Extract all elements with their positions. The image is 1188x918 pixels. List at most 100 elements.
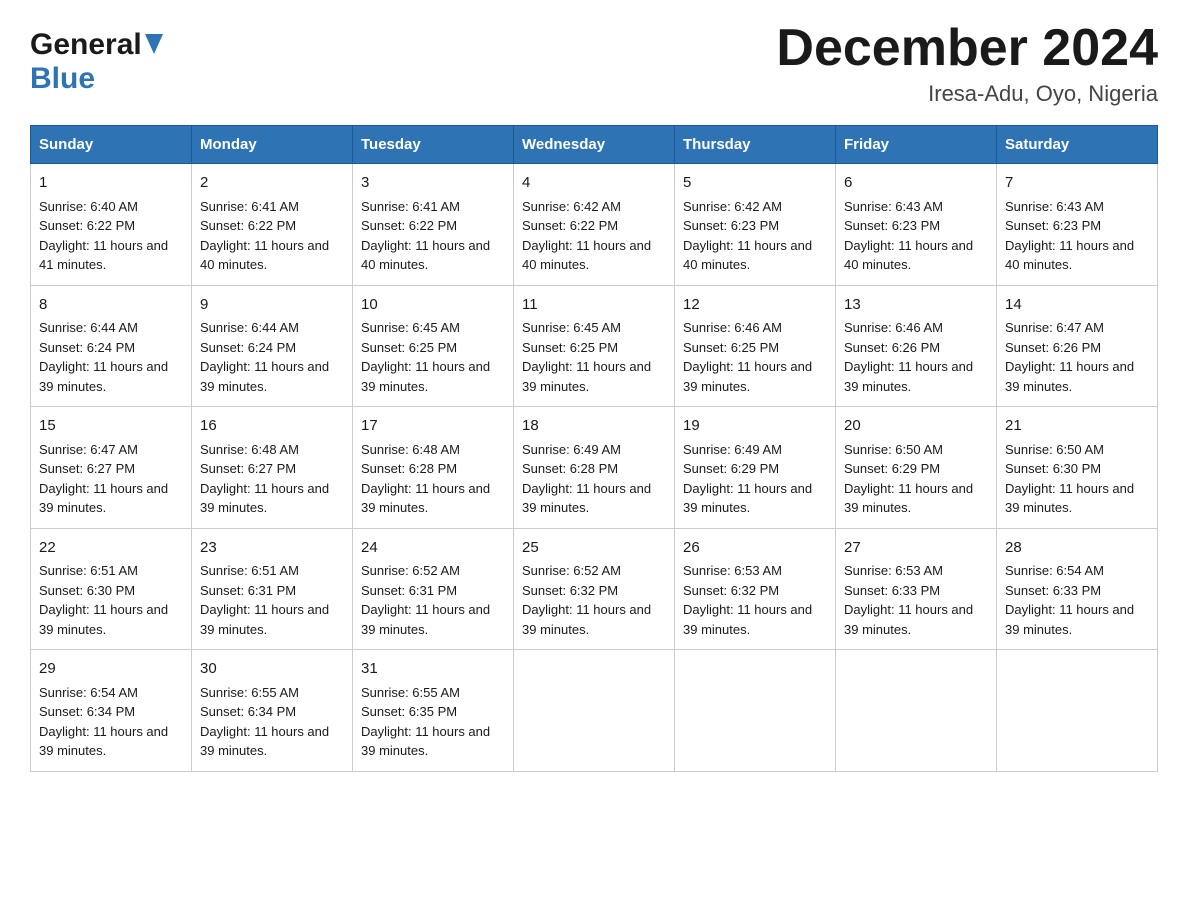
day-number: 21 — [1005, 415, 1149, 438]
day-number: 8 — [39, 294, 183, 317]
day-number: 11 — [522, 294, 666, 317]
day-number: 7 — [1005, 172, 1149, 195]
day-info: Sunrise: 6:41 AMSunset: 6:22 PMDaylight:… — [361, 199, 490, 273]
table-row: 12 Sunrise: 6:46 AMSunset: 6:25 PMDayligh… — [675, 285, 836, 407]
day-number: 16 — [200, 415, 344, 438]
calendar-week-row: 1Sunrise: 6:40 AMSunset: 6:22 PMDaylight… — [31, 164, 1158, 286]
calendar-title: December 2024 — [776, 20, 1158, 77]
day-info: Sunrise: 6:44 AMSunset: 6:24 PMDaylight:… — [39, 320, 168, 394]
table-row: 27Sunrise: 6:53 AMSunset: 6:33 PMDayligh… — [836, 528, 997, 650]
table-row: 21 Sunrise: 6:50 AMSunset: 6:30 PMDayligh… — [997, 407, 1158, 529]
day-number: 3 — [361, 172, 505, 195]
table-row — [836, 650, 997, 772]
day-info: Sunrise: 6:42 AMSunset: 6:23 PMDaylight:… — [683, 199, 812, 273]
calendar-week-row: 22 Sunrise: 6:51 AMSunset: 6:30 PMDayligh… — [31, 528, 1158, 650]
day-info: Sunrise: 6:45 AMSunset: 6:25 PMDaylight:… — [361, 320, 490, 394]
page-header: General Blue December 2024 Iresa-Adu, Oy… — [30, 20, 1158, 107]
day-number: 27 — [844, 537, 988, 560]
day-number: 25 — [522, 537, 666, 560]
calendar-week-row: 29 Sunrise: 6:54 AMSunset: 6:34 PMDayligh… — [31, 650, 1158, 772]
day-info: Sunrise: 6:50 AMSunset: 6:30 PMDaylight:… — [1005, 442, 1134, 516]
table-row: 20 Sunrise: 6:50 AMSunset: 6:29 PMDayligh… — [836, 407, 997, 529]
day-number: 20 — [844, 415, 988, 438]
table-row: 30 Sunrise: 6:55 AMSunset: 6:34 PMDayligh… — [192, 650, 353, 772]
calendar-title-area: December 2024 Iresa-Adu, Oyo, Nigeria — [776, 20, 1158, 107]
calendar-header-row: Sunday Monday Tuesday Wednesday Thursday… — [31, 126, 1158, 164]
day-number: 23 — [200, 537, 344, 560]
day-info: Sunrise: 6:47 AMSunset: 6:26 PMDaylight:… — [1005, 320, 1134, 394]
day-number: 17 — [361, 415, 505, 438]
day-number: 29 — [39, 658, 183, 681]
table-row: 24Sunrise: 6:52 AMSunset: 6:31 PMDayligh… — [353, 528, 514, 650]
table-row: 17 Sunrise: 6:48 AMSunset: 6:28 PMDayligh… — [353, 407, 514, 529]
table-row: 15Sunrise: 6:47 AMSunset: 6:27 PMDayligh… — [31, 407, 192, 529]
day-info: Sunrise: 6:44 AMSunset: 6:24 PMDaylight:… — [200, 320, 329, 394]
table-row: 11 Sunrise: 6:45 AMSunset: 6:25 PMDayligh… — [514, 285, 675, 407]
table-row: 31 Sunrise: 6:55 AMSunset: 6:35 PMDayligh… — [353, 650, 514, 772]
table-row: 25 Sunrise: 6:52 AMSunset: 6:32 PMDayligh… — [514, 528, 675, 650]
table-row: 19Sunrise: 6:49 AMSunset: 6:29 PMDayligh… — [675, 407, 836, 529]
day-info: Sunrise: 6:54 AMSunset: 6:33 PMDaylight:… — [1005, 563, 1134, 637]
table-row: 6 Sunrise: 6:43 AMSunset: 6:23 PMDaylight… — [836, 164, 997, 286]
calendar-table: Sunday Monday Tuesday Wednesday Thursday… — [30, 125, 1158, 772]
table-row: 4Sunrise: 6:42 AMSunset: 6:22 PMDaylight… — [514, 164, 675, 286]
day-number: 6 — [844, 172, 988, 195]
col-header-saturday: Saturday — [997, 126, 1158, 164]
col-header-friday: Friday — [836, 126, 997, 164]
table-row: 18Sunrise: 6:49 AMSunset: 6:28 PMDayligh… — [514, 407, 675, 529]
table-row: 9 Sunrise: 6:44 AMSunset: 6:24 PMDaylight… — [192, 285, 353, 407]
day-number: 2 — [200, 172, 344, 195]
calendar-week-row: 8 Sunrise: 6:44 AMSunset: 6:24 PMDaylight… — [31, 285, 1158, 407]
day-info: Sunrise: 6:42 AMSunset: 6:22 PMDaylight:… — [522, 199, 651, 273]
day-info: Sunrise: 6:53 AMSunset: 6:32 PMDaylight:… — [683, 563, 812, 637]
day-info: Sunrise: 6:46 AMSunset: 6:25 PMDaylight:… — [683, 320, 812, 394]
day-number: 31 — [361, 658, 505, 681]
day-info: Sunrise: 6:55 AMSunset: 6:35 PMDaylight:… — [361, 685, 490, 759]
logo-triangle-icon — [145, 34, 163, 59]
day-info: Sunrise: 6:50 AMSunset: 6:29 PMDaylight:… — [844, 442, 973, 516]
day-info: Sunrise: 6:48 AMSunset: 6:28 PMDaylight:… — [361, 442, 490, 516]
col-header-monday: Monday — [192, 126, 353, 164]
table-row: 22 Sunrise: 6:51 AMSunset: 6:30 PMDayligh… — [31, 528, 192, 650]
table-row: 26 Sunrise: 6:53 AMSunset: 6:32 PMDayligh… — [675, 528, 836, 650]
calendar-week-row: 15Sunrise: 6:47 AMSunset: 6:27 PMDayligh… — [31, 407, 1158, 529]
day-info: Sunrise: 6:55 AMSunset: 6:34 PMDaylight:… — [200, 685, 329, 759]
logo-general-text: General — [30, 28, 142, 62]
day-number: 5 — [683, 172, 827, 195]
day-info: Sunrise: 6:52 AMSunset: 6:31 PMDaylight:… — [361, 563, 490, 637]
table-row — [514, 650, 675, 772]
day-number: 15 — [39, 415, 183, 438]
day-info: Sunrise: 6:43 AMSunset: 6:23 PMDaylight:… — [1005, 199, 1134, 273]
table-row: 23 Sunrise: 6:51 AMSunset: 6:31 PMDayligh… — [192, 528, 353, 650]
day-number: 10 — [361, 294, 505, 317]
logo-blue-text: Blue — [30, 62, 95, 95]
day-number: 30 — [200, 658, 344, 681]
day-number: 26 — [683, 537, 827, 560]
day-info: Sunrise: 6:43 AMSunset: 6:23 PMDaylight:… — [844, 199, 973, 273]
table-row: 13Sunrise: 6:46 AMSunset: 6:26 PMDayligh… — [836, 285, 997, 407]
day-info: Sunrise: 6:45 AMSunset: 6:25 PMDaylight:… — [522, 320, 651, 394]
table-row: 2Sunrise: 6:41 AMSunset: 6:22 PMDaylight… — [192, 164, 353, 286]
day-info: Sunrise: 6:51 AMSunset: 6:30 PMDaylight:… — [39, 563, 168, 637]
day-info: Sunrise: 6:49 AMSunset: 6:28 PMDaylight:… — [522, 442, 651, 516]
day-info: Sunrise: 6:52 AMSunset: 6:32 PMDaylight:… — [522, 563, 651, 637]
day-number: 22 — [39, 537, 183, 560]
day-info: Sunrise: 6:48 AMSunset: 6:27 PMDaylight:… — [200, 442, 329, 516]
col-header-wednesday: Wednesday — [514, 126, 675, 164]
table-row: 5 Sunrise: 6:42 AMSunset: 6:23 PMDaylight… — [675, 164, 836, 286]
day-info: Sunrise: 6:54 AMSunset: 6:34 PMDaylight:… — [39, 685, 168, 759]
day-info: Sunrise: 6:46 AMSunset: 6:26 PMDaylight:… — [844, 320, 973, 394]
table-row: 16 Sunrise: 6:48 AMSunset: 6:27 PMDayligh… — [192, 407, 353, 529]
day-number: 19 — [683, 415, 827, 438]
calendar-subtitle: Iresa-Adu, Oyo, Nigeria — [776, 81, 1158, 107]
day-number: 9 — [200, 294, 344, 317]
day-number: 12 — [683, 294, 827, 317]
table-row: 8 Sunrise: 6:44 AMSunset: 6:24 PMDaylight… — [31, 285, 192, 407]
col-header-tuesday: Tuesday — [353, 126, 514, 164]
table-row — [675, 650, 836, 772]
table-row: 28Sunrise: 6:54 AMSunset: 6:33 PMDayligh… — [997, 528, 1158, 650]
table-row: 29 Sunrise: 6:54 AMSunset: 6:34 PMDayligh… — [31, 650, 192, 772]
table-row: 14Sunrise: 6:47 AMSunset: 6:26 PMDayligh… — [997, 285, 1158, 407]
logo: General Blue — [30, 20, 163, 96]
day-info: Sunrise: 6:51 AMSunset: 6:31 PMDaylight:… — [200, 563, 329, 637]
